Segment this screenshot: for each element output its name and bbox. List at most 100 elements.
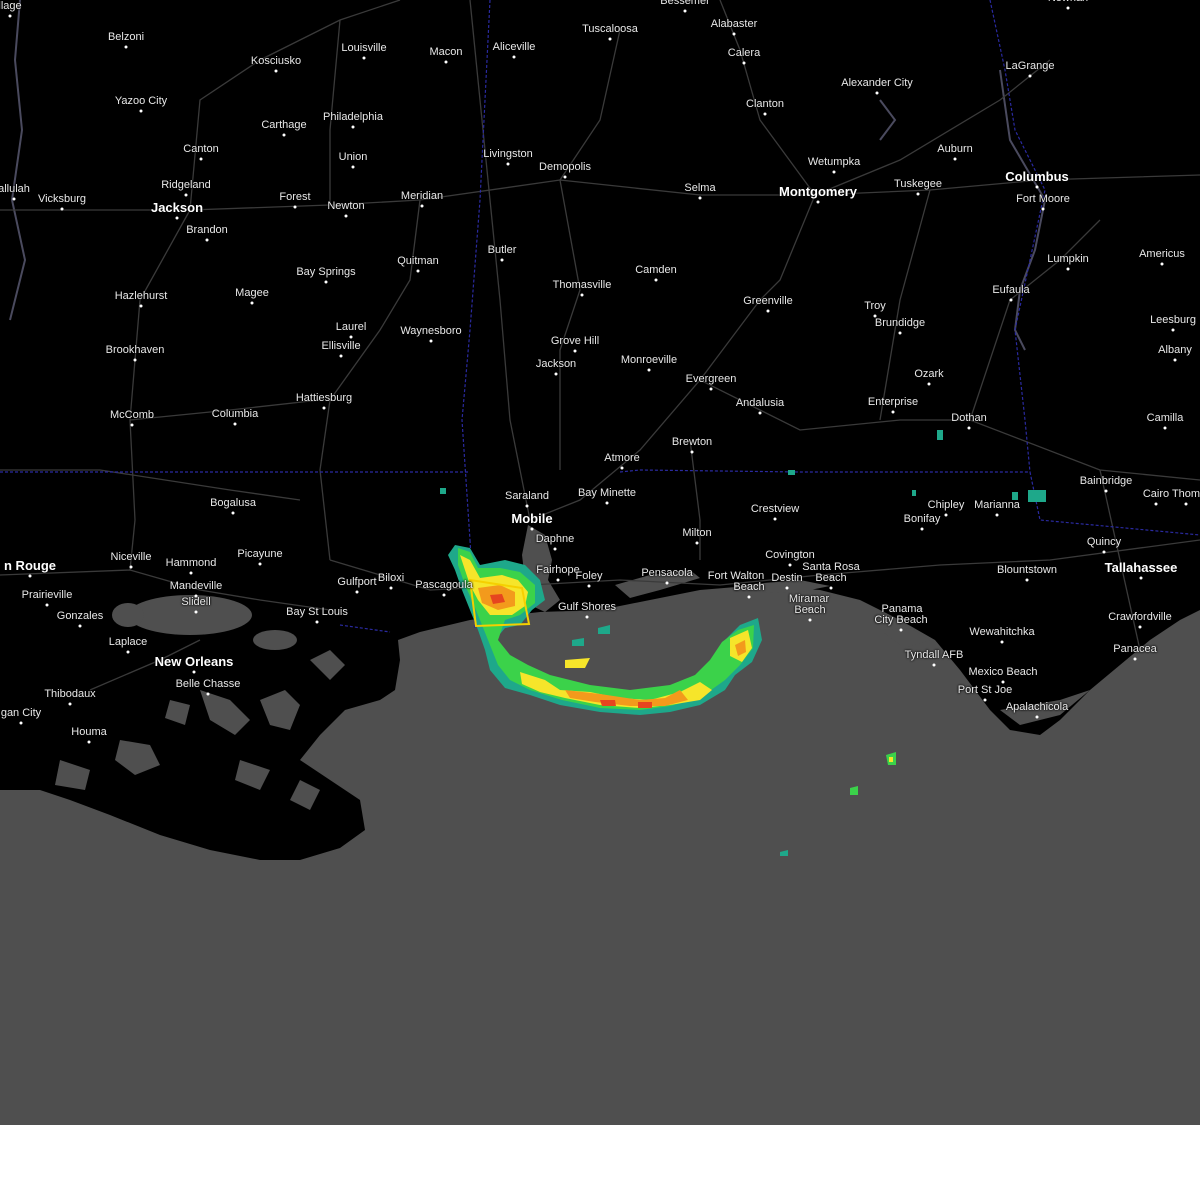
city-marker xyxy=(205,238,209,242)
city-label: Newton xyxy=(327,200,365,212)
city-label: Tallahassee xyxy=(1104,560,1178,575)
city-label: Selma xyxy=(684,182,716,194)
city-marker xyxy=(60,207,64,211)
city-marker xyxy=(1171,328,1175,332)
city-marker xyxy=(1025,578,1029,582)
city-label: Bogalusa xyxy=(210,497,256,509)
city-marker xyxy=(944,513,948,517)
city-label: Clanton xyxy=(746,98,784,110)
city-marker xyxy=(1066,267,1070,271)
city-label: Beach xyxy=(733,581,765,593)
city-marker xyxy=(742,61,746,65)
city-label: Bay Minette xyxy=(577,487,637,499)
city-label: Covington xyxy=(765,549,815,561)
city-label: Tuskegee xyxy=(894,178,942,190)
city-marker xyxy=(580,293,584,297)
city-label: Ellisville xyxy=(321,340,361,352)
city-label: llage xyxy=(0,0,22,12)
city-label: Brookhaven xyxy=(105,344,165,356)
city-marker xyxy=(690,450,694,454)
city-marker xyxy=(983,698,987,702)
city-label: Camden xyxy=(635,264,677,276)
city-marker xyxy=(1035,715,1039,719)
city-label: Greenville xyxy=(743,295,793,307)
city-label: Tuscaloosa xyxy=(582,23,638,35)
city-label: Marianna xyxy=(974,499,1020,511)
city-marker xyxy=(698,196,702,200)
city-marker xyxy=(1041,207,1045,211)
city-marker xyxy=(758,411,762,415)
city-marker xyxy=(1154,502,1158,506)
city-marker xyxy=(315,620,319,624)
city-marker xyxy=(1173,358,1177,362)
city-label: Louisville xyxy=(341,42,387,54)
city-label: Crestview xyxy=(750,503,800,515)
city-marker xyxy=(563,175,567,179)
city-label: Gulf Shores xyxy=(557,601,617,613)
radar-map[interactable]: Belzoni Kosciusko Louisville Macon Alicevill… xyxy=(0,0,1200,1125)
city-label: City Beach xyxy=(874,614,928,626)
city-marker xyxy=(1133,657,1137,661)
city-label: Camilla xyxy=(1146,412,1184,424)
city-marker xyxy=(184,193,188,197)
city-marker xyxy=(506,162,510,166)
city-marker xyxy=(258,562,262,566)
city-label: Waynesboro xyxy=(400,325,462,337)
city-label: Mobile xyxy=(511,511,553,526)
city-marker xyxy=(129,565,133,569)
city-label: Montgomery xyxy=(779,184,857,199)
city-label: Chipley xyxy=(927,499,965,511)
state-borders xyxy=(0,0,1200,633)
city-label: Prairieville xyxy=(21,589,73,601)
city-label: Calera xyxy=(727,47,761,59)
city-marker xyxy=(250,301,254,305)
city-marker xyxy=(995,513,999,517)
city-marker xyxy=(891,410,895,414)
city-marker xyxy=(585,615,589,619)
city-label: Pensacola xyxy=(641,567,693,579)
city-marker xyxy=(556,578,560,582)
city-label: Kosciusko xyxy=(250,55,302,67)
city-label: Brandon xyxy=(186,224,228,236)
city-label: Brundidge xyxy=(874,317,926,329)
city-label: Wetumpka xyxy=(807,156,861,168)
city-label: Fort Moore xyxy=(1016,193,1070,205)
city-label: Macon xyxy=(429,46,463,58)
city-marker xyxy=(416,269,420,273)
city-marker xyxy=(573,349,577,353)
city-label: Milton xyxy=(682,527,712,539)
city-marker xyxy=(747,595,751,599)
city-label: Dothan xyxy=(951,412,987,424)
city-marker xyxy=(1104,489,1108,493)
city-label: Fairhope xyxy=(536,564,580,576)
city-label: Ozark xyxy=(914,368,944,380)
city-marker xyxy=(898,331,902,335)
city-marker xyxy=(194,610,198,614)
city-label: Wewahitchka xyxy=(969,626,1035,638)
city-marker xyxy=(293,205,297,209)
city-marker xyxy=(351,125,355,129)
city-label: Jackson xyxy=(535,358,577,370)
city-marker xyxy=(28,574,32,578)
city-marker xyxy=(1066,6,1070,10)
city-label: Hammond xyxy=(165,557,217,569)
lake-borgne xyxy=(253,630,297,650)
city-label: Bay St Louis xyxy=(286,606,348,618)
city-marker xyxy=(608,37,612,41)
city-label: Daphne xyxy=(535,533,575,545)
city-label: Thibodaux xyxy=(44,688,96,700)
city-marker xyxy=(829,586,833,590)
city-marker xyxy=(683,9,687,13)
city-marker xyxy=(87,740,91,744)
city-label: Demopolis xyxy=(539,161,591,173)
city-marker xyxy=(832,170,836,174)
city-marker xyxy=(899,628,903,632)
city-marker xyxy=(362,56,366,60)
city-label: Vicksburg xyxy=(37,193,87,205)
city-marker xyxy=(189,571,193,575)
city-label: Bonifay xyxy=(903,513,941,525)
city-label: Blountstown xyxy=(997,564,1057,576)
city-marker xyxy=(274,69,278,73)
city-label: Belzoni xyxy=(107,31,145,43)
city-label: Gonzales xyxy=(56,610,104,622)
